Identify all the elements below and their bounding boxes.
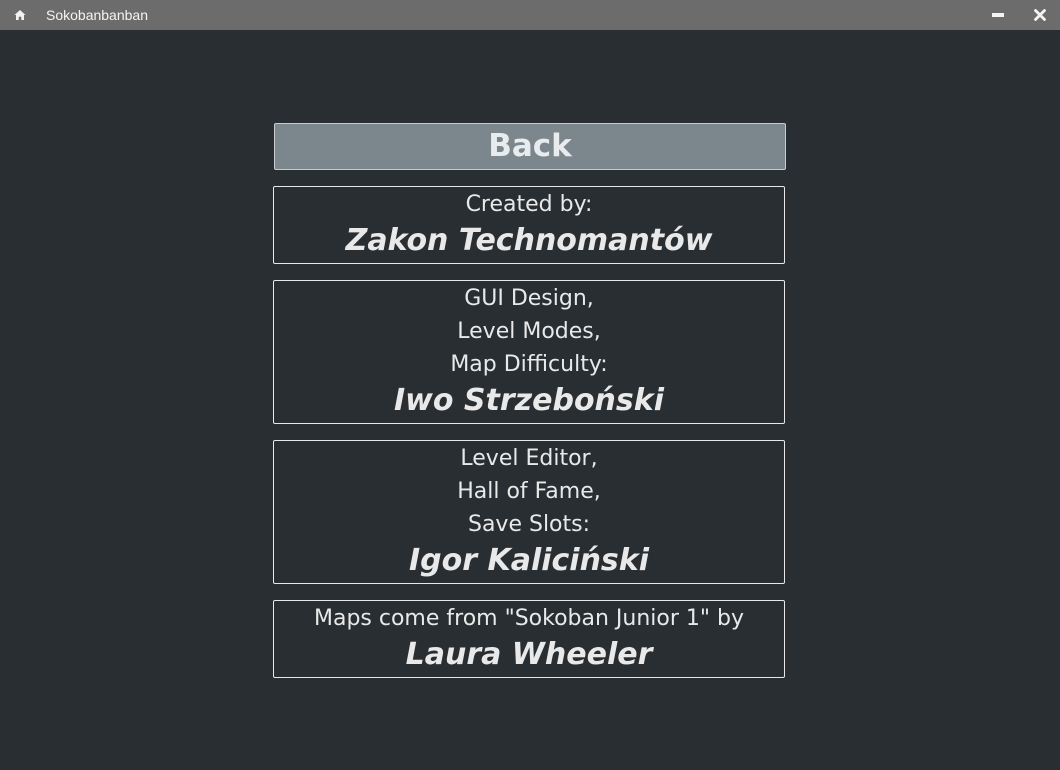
credit-name: Igor Kaliciński bbox=[408, 543, 650, 578]
minimize-button[interactable] bbox=[989, 6, 1007, 24]
role-line: Maps come from "Sokoban Junior 1" by bbox=[313, 606, 744, 631]
credit-name: Iwo Strzeboński bbox=[393, 383, 664, 418]
role-line: Level Modes, bbox=[457, 319, 601, 344]
credit-panel-editor: Level Editor, Hall of Fame, Save Slots: … bbox=[273, 440, 785, 584]
role-line: GUI Design, bbox=[464, 286, 594, 311]
role-line: Map Difficulty: bbox=[450, 352, 608, 377]
role-line: Created by: bbox=[465, 192, 593, 217]
close-button[interactable] bbox=[1031, 6, 1049, 24]
credit-panel-maps: Maps come from "Sokoban Junior 1" by Lau… bbox=[273, 600, 785, 678]
credit-panel-gui: GUI Design, Level Modes, Map Difficulty:… bbox=[273, 280, 785, 424]
role-line: Hall of Fame, bbox=[457, 479, 601, 504]
credit-panel-creators: Created by: Zakon Technomantów bbox=[273, 186, 785, 264]
back-button[interactable]: Back bbox=[274, 123, 786, 170]
home-icon[interactable] bbox=[14, 9, 26, 21]
role-line: Level Editor, bbox=[460, 446, 598, 471]
minimize-icon bbox=[992, 13, 1004, 17]
credit-name: Zakon Technomantów bbox=[345, 223, 713, 258]
title-bar: Sokobanbanban bbox=[0, 0, 1060, 30]
credits-screen: Back Created by: Zakon Technomantów GUI … bbox=[0, 30, 1060, 770]
credit-name: Laura Wheeler bbox=[405, 637, 653, 672]
window-title: Sokobanbanban bbox=[46, 7, 148, 23]
close-icon bbox=[1034, 9, 1046, 21]
role-line: Save Slots: bbox=[467, 512, 591, 537]
